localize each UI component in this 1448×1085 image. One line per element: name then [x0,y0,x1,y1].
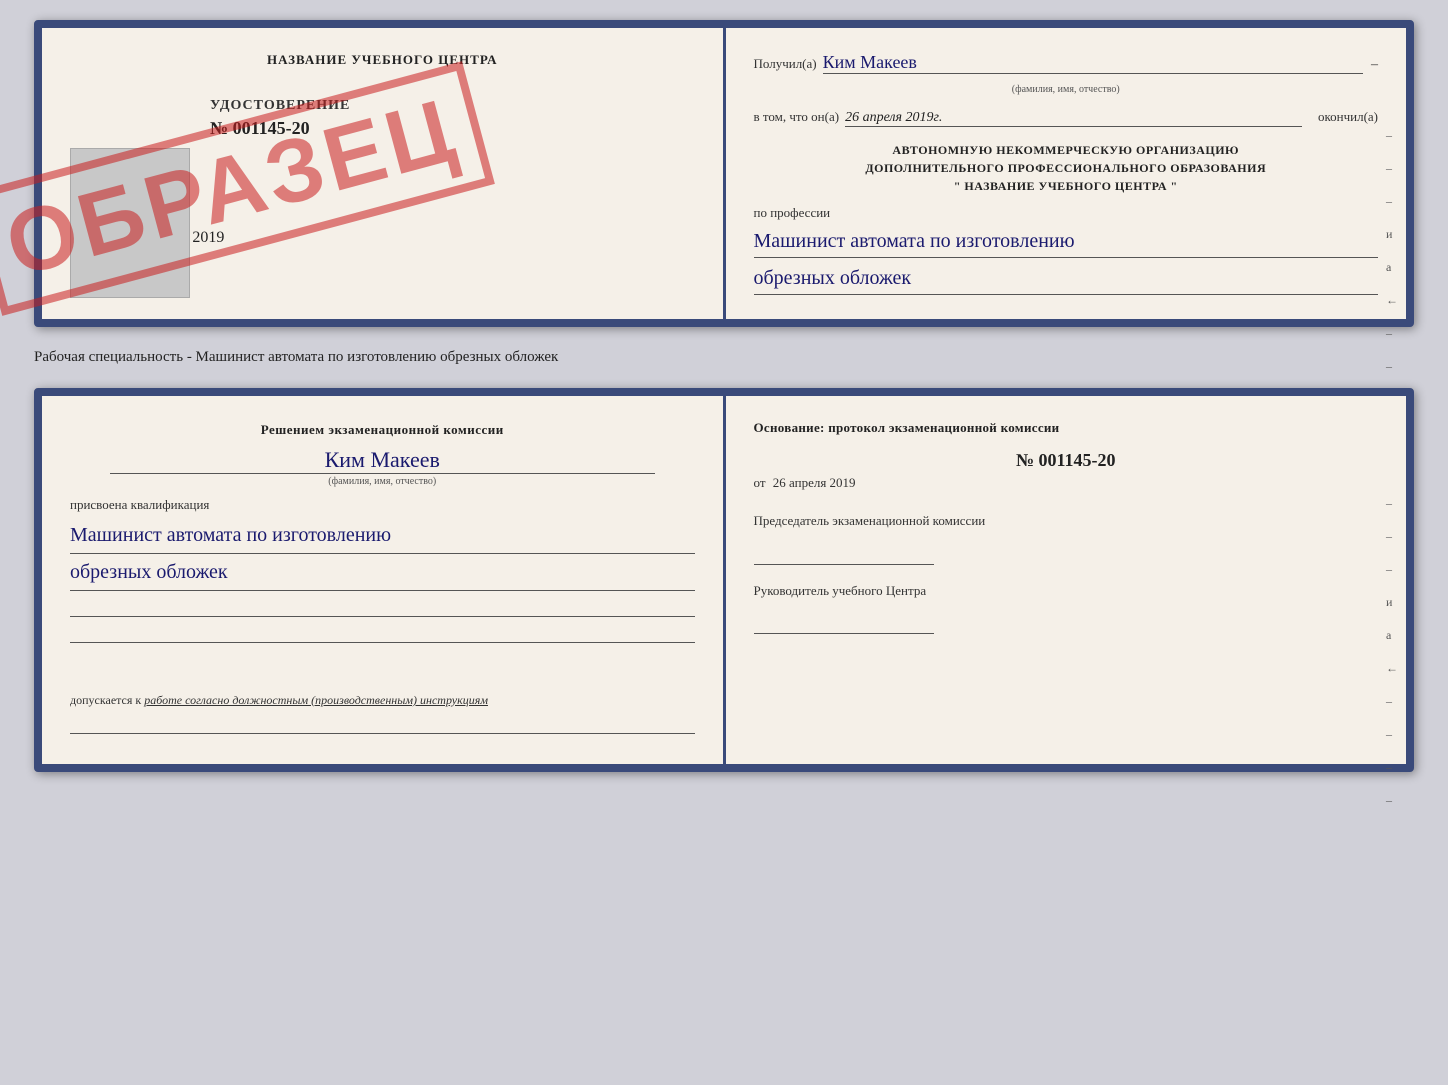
empty-line-2 [70,623,695,643]
udost-number: № 001145-20 [210,118,695,139]
rukovoditel-line [754,604,934,634]
specialty-label: Рабочая специальность - Машинист автомат… [34,343,1414,372]
dash-after-name: – [1371,57,1378,73]
ot-label: от [754,475,766,490]
top-doc-left: НАЗВАНИЕ УЧЕБНОГО ЦЕНТРА УДОСТОВЕРЕНИЕ №… [42,28,726,319]
profession-value1: Машинист автомата по изготовлению [754,225,1379,258]
dopusk-prefix: допускается к [70,693,141,707]
protocol-number: № 001145-20 [754,450,1379,471]
profession-value2: обрезных обложек [754,262,1379,295]
profession-label: по профессии [754,205,1379,221]
top-doc-right: Получил(а) Ким Макеев – (фамилия, имя, о… [726,28,1407,319]
photo-area [70,148,190,298]
poluchil-value: Ким Макеев [823,52,1363,74]
bottom-doc-right: Основание: протокол экзаменационной коми… [726,396,1407,764]
vtom-row: в том, что он(а) 26 апреля 2019г. окончи… [754,109,1379,127]
rukovoditel-label: Руководитель учебного Центра [754,581,1379,601]
vtom-date: 26 апреля 2019г. [845,110,1302,127]
rukovoditel-section: Руководитель учебного Центра [754,581,1379,635]
cert-title: НАЗВАНИЕ УЧЕБНОГО ЦЕНТРА [70,52,695,68]
kvalif-value2: обрезных обложек [70,554,695,591]
poluchil-group: Получил(а) Ким Макеев – (фамилия, имя, о… [754,52,1379,95]
predsedatel-section: Председатель экзаменационной комиссии [754,511,1379,565]
osnovanie-text: Основание: протокол экзаменационной коми… [754,420,1379,436]
komissia-text: Решением экзаменационной комиссии [70,420,695,441]
fio-subtext-top: (фамилия, имя, отчество) [754,84,1379,95]
bottom-doc-left: Решением экзаменационной комиссии Ким Ма… [42,396,726,764]
kvalif-value1: Машинист автомата по изготовлению [70,517,695,554]
udostoverenie-block: УДОСТОВЕРЕНИЕ № 001145-20 [210,98,695,139]
predsedatel-line [754,535,934,565]
org-text: АВТОНОМНУЮ НЕКОММЕРЧЕСКУЮ ОРГАНИЗАЦИЮ ДО… [754,141,1379,195]
protocol-date: от 26 апреля 2019 [754,475,1379,491]
empty-line-1 [70,597,695,617]
okonchil-label: окончил(а) [1318,109,1378,125]
top-document-pair: НАЗВАНИЕ УЧЕБНОГО ЦЕНТРА УДОСТОВЕРЕНИЕ №… [34,20,1414,327]
empty-line-3 [70,714,695,734]
poluchil-label: Получил(а) [754,56,817,72]
name-handwrite: Ким Макеев [90,447,675,473]
dopusk-value: работе согласно должностным (производств… [144,693,488,707]
side-dashes-bottom: – – – и а ← – – – – [1386,496,1398,808]
dopuskaetsya-block: допускается к работе согласно должностны… [70,693,695,708]
bottom-document-pair: Решением экзаменационной комиссии Ким Ма… [34,388,1414,772]
prisvoena-text: присвоена квалификация [70,497,695,513]
udost-label: УДОСТОВЕРЕНИЕ [210,98,695,114]
name-container: Ким Макеев (фамилия, имя, отчество) [90,447,675,487]
vtom-label: в том, что он(а) [754,109,840,125]
name-subtext-bottom: (фамилия, имя, отчество) [110,473,655,487]
ot-date: 26 апреля 2019 [773,475,856,490]
predsedatel-label: Председатель экзаменационной комиссии [754,511,1379,531]
poluchil-row: Получил(а) Ким Макеев – [754,52,1379,74]
